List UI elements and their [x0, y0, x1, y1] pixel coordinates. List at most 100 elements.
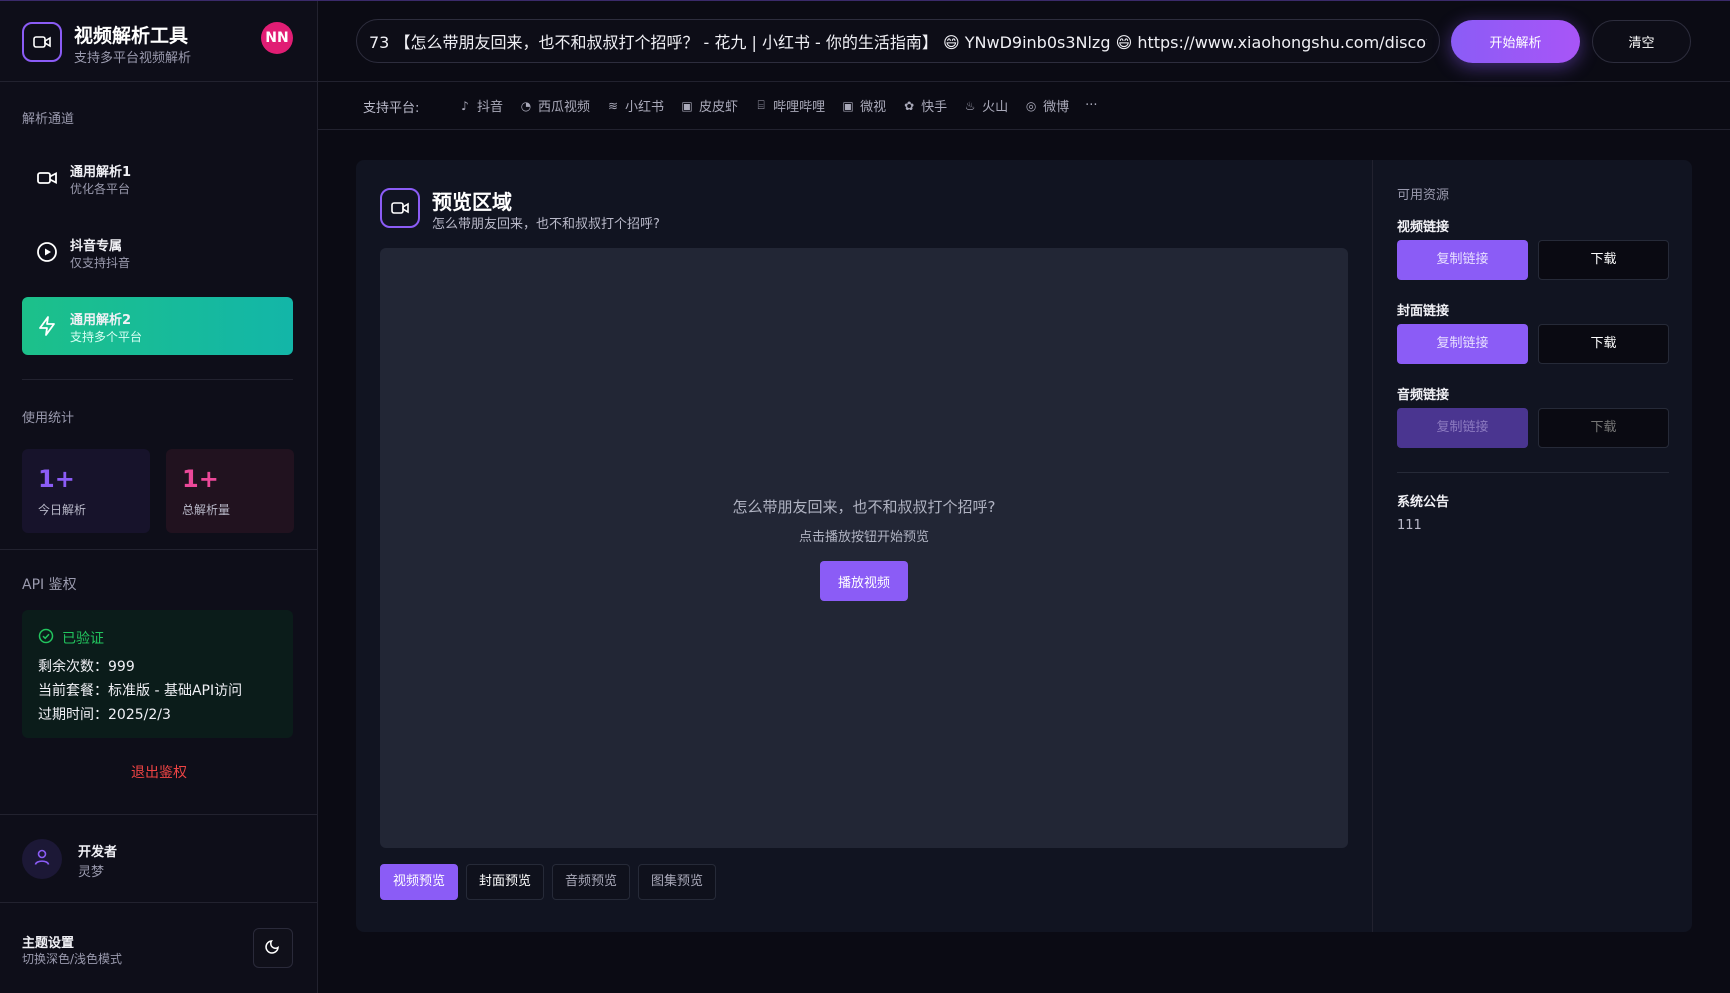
platform-douyin[interactable]: ♪ 抖音	[458, 96, 504, 116]
platform-name: 西瓜视频	[538, 100, 591, 115]
weishi-icon: ▣	[842, 98, 854, 113]
platform-weishi[interactable]: ▣ 微视	[841, 96, 887, 116]
tiktok-icon: ♪	[461, 98, 469, 113]
theme-toggle-button[interactable]	[253, 928, 293, 968]
kuaishou-icon: ✿	[904, 98, 915, 113]
download-audio-button[interactable]: 下载	[1538, 408, 1669, 448]
copy-cover-link-button[interactable]: 复制链接	[1397, 324, 1528, 364]
sidebar: 视频解析工具 支持多平台视频解析 NN 解析通道 通用解析1 优化各平台 抖音专…	[0, 1, 318, 993]
stat-total-value: 1+	[182, 465, 219, 493]
clear-button[interactable]: 清空	[1592, 20, 1691, 63]
logout-link[interactable]: 退出鉴权	[0, 762, 318, 782]
download-cover-button[interactable]: 下载	[1538, 324, 1669, 364]
platform-huoshan[interactable]: ♨ 火山	[963, 96, 1009, 116]
lightning-icon	[36, 315, 58, 337]
platform-name: 皮皮虾	[699, 100, 739, 115]
cover-link-label: 封面链接	[1397, 304, 1450, 319]
more-platforms-icon[interactable]: ···	[1085, 96, 1097, 115]
bilibili-icon: ⌸	[757, 98, 765, 112]
platform-xiaohongshu[interactable]: ≋ 小红书	[606, 96, 664, 116]
video-link-label: 视频链接	[1397, 220, 1450, 235]
moon-icon	[265, 938, 281, 958]
platform-name: 哔哩哔哩	[773, 100, 826, 115]
developer-avatar	[22, 839, 62, 879]
video-logo-icon	[22, 22, 62, 62]
huoshan-icon: ♨	[964, 98, 976, 113]
user-icon	[33, 848, 51, 870]
start-parse-button[interactable]: 开始解析	[1451, 20, 1580, 63]
stat-total: 1+ 总解析量	[166, 449, 294, 533]
api-plan: 当前套餐：标准版 - 基础API访问	[38, 683, 243, 699]
play-video-button[interactable]: 播放视频	[820, 561, 908, 601]
api-verified: 已验证	[38, 628, 104, 648]
developer-role: 灵梦	[78, 865, 105, 880]
app-root: 视频解析工具 支持多平台视频解析 NN 解析通道 通用解析1 优化各平台 抖音专…	[0, 0, 1730, 993]
api-status-box: 已验证 剩余次数：999 当前套餐：标准版 - 基础API访问 过期时间：202…	[22, 610, 293, 738]
platform-bilibili[interactable]: ⌸ 哔哩哔哩	[754, 96, 825, 115]
download-video-button[interactable]: 下载	[1538, 240, 1669, 280]
stats-label: 使用统计	[22, 411, 75, 426]
check-circle-icon	[38, 628, 54, 648]
app-subtitle: 支持多平台视频解析	[74, 51, 192, 66]
platform-pipixia[interactable]: ▣ 皮皮虾	[680, 96, 739, 116]
theme-subtitle: 切换深色/浅色模式	[22, 952, 123, 966]
platform-name: 火山	[982, 100, 1009, 115]
theme-title: 主题设置	[22, 936, 75, 951]
platform-kuaishou[interactable]: ✿ 快手	[902, 96, 947, 116]
tab-cover-preview[interactable]: 封面预览	[466, 864, 545, 900]
stat-total-label: 总解析量	[182, 503, 231, 517]
platform-name: 抖音	[477, 100, 504, 115]
platform-list: ♪ 抖音 ◔ 西瓜视频 ≋ 小红书 ▣ 皮皮虾 ⌸ 哔哩哔哩 ▣ 微视 ✿ 快手 ♨ 火山 ◎ 微…	[458, 96, 1097, 116]
pipixia-icon: ▣	[681, 98, 693, 113]
preview-tabs: 视频预览 封面预览 音频预览 图集预览	[380, 864, 717, 900]
brand-header: 视频解析工具 支持多平台视频解析 NN	[0, 1, 318, 82]
channel-subtitle: 支持多个平台	[70, 330, 143, 344]
notice-heading: 系统公告	[1397, 495, 1450, 510]
channel-douyin[interactable]: 抖音专属 仅支持抖音	[22, 223, 293, 281]
platform-label: 支持平台:	[363, 101, 420, 116]
weibo-icon: ◎	[1025, 98, 1037, 113]
video-player[interactable]: 怎么带朋友回来，也不和叔叔打个招呼? 点击播放按钮开始预览 播放视频	[380, 248, 1348, 848]
copy-audio-link-button[interactable]: 复制链接	[1397, 408, 1528, 448]
divider	[1397, 472, 1669, 473]
resources-panel: 可用资源 视频链接 复制链接 下载 封面链接 复制链接 下载 音频链接 复制链接…	[1372, 160, 1692, 932]
notice-text: 111	[1397, 518, 1422, 533]
api-label: API 鉴权	[22, 577, 77, 593]
platform-bar: 支持平台: ♪ 抖音 ◔ 西瓜视频 ≋ 小红书 ▣ 皮皮虾 ⌸ 哔哩哔哩 ▣ 微视 ✿ 快手 …	[318, 82, 1730, 130]
tab-video-preview[interactable]: 视频预览	[380, 864, 459, 900]
preview-card: 预览区域 怎么带朋友回来，也不和叔叔打个招呼? 怎么带朋友回来，也不和叔叔打个招…	[356, 160, 1692, 932]
top-bar: 开始解析 清空	[318, 1, 1730, 82]
platform-xigua[interactable]: ◔ 西瓜视频	[519, 96, 591, 116]
platform-name: 微视	[860, 100, 887, 115]
tab-gallery-preview[interactable]: 图集预览	[638, 864, 717, 900]
divider	[0, 902, 318, 903]
divider	[22, 379, 293, 380]
channel-title: 通用解析1	[70, 165, 132, 180]
user-avatar[interactable]: NN	[261, 22, 293, 54]
stat-today-label: 今日解析	[38, 503, 87, 517]
preview-subtitle: 怎么带朋友回来，也不和叔叔打个招呼?	[432, 217, 660, 232]
channel-title: 抖音专属	[70, 239, 123, 254]
preview-title: 预览区域	[432, 190, 512, 214]
stat-today-value: 1+	[38, 465, 75, 493]
video-icon	[36, 167, 58, 189]
stat-today: 1+ 今日解析	[22, 449, 150, 533]
platform-name: 微博	[1043, 100, 1070, 115]
video-icon	[380, 188, 420, 228]
resources-heading: 可用资源	[1397, 188, 1450, 203]
channel-general-1[interactable]: 通用解析1 优化各平台	[22, 149, 293, 207]
developer-name: 开发者	[78, 845, 118, 860]
copy-video-link-button[interactable]: 复制链接	[1397, 240, 1528, 280]
api-status-text: 已验证	[62, 631, 104, 647]
platform-weibo[interactable]: ◎ 微博	[1024, 96, 1070, 116]
xiaohongshu-icon: ≋	[608, 98, 619, 113]
tab-audio-preview[interactable]: 音频预览	[552, 864, 631, 900]
player-hint: 点击播放按钮开始预览	[798, 530, 929, 545]
url-input[interactable]	[356, 19, 1440, 63]
play-circle-icon	[36, 241, 58, 263]
channel-general-2[interactable]: 通用解析2 支持多个平台	[22, 297, 293, 355]
player-title: 怎么带朋友回来，也不和叔叔打个招呼?	[732, 498, 996, 516]
api-remaining: 剩余次数：999	[38, 659, 135, 675]
divider	[0, 549, 318, 550]
channel-subtitle: 优化各平台	[70, 182, 131, 196]
